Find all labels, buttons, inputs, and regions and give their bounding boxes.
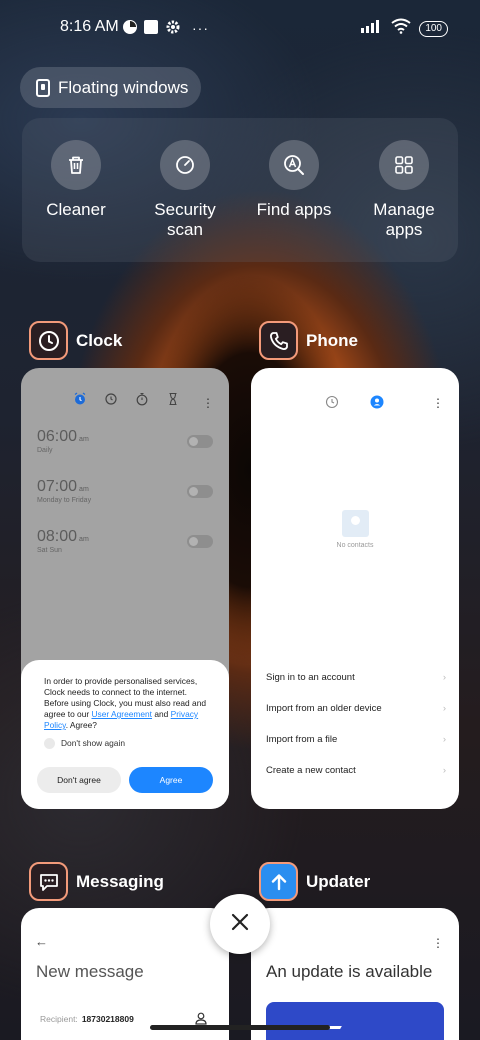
alarm-item[interactable]: 06:00 am Daily <box>37 428 89 454</box>
alarm-tab-icon[interactable] <box>73 392 87 411</box>
empty-contacts-text: No contacts <box>336 542 374 549</box>
floating-windows-button[interactable]: Floating windows <box>20 67 201 108</box>
dont-show-checkbox[interactable] <box>44 738 55 749</box>
back-arrow-icon[interactable]: ← <box>35 934 48 949</box>
manage-apps-button[interactable]: Manage apps <box>354 140 454 240</box>
phone-app-name: Phone <box>306 330 358 350</box>
alarm-repeat: Monday to Friday <box>37 497 92 504</box>
alarm-repeat: Daily <box>37 447 53 454</box>
clock-app-preview[interactable]: ⋮ 06:00 am Daily 07:00 am Monday to Friday… <box>21 368 229 809</box>
alarm-time: 07:00 am <box>37 478 89 495</box>
dont-show-again-option[interactable]: Don't show again <box>44 738 213 749</box>
recents-tab-icon[interactable] <box>325 395 339 414</box>
clock-tabs <box>73 392 180 411</box>
alarm-toggle[interactable] <box>187 535 213 548</box>
cleaner-label: Cleaner <box>46 200 106 219</box>
messaging-app-name: Messaging <box>76 871 164 891</box>
stopwatch-tab-icon[interactable] <box>135 392 149 411</box>
new-message-title: New message <box>36 962 144 981</box>
alarm-time: 08:00 am <box>37 528 89 545</box>
sign-in-option[interactable]: Sign in to an account › <box>266 672 446 683</box>
messaging-icon <box>29 862 68 901</box>
empty-contacts: No contacts <box>251 510 459 549</box>
phone-app-header[interactable]: Phone <box>259 321 358 360</box>
contacts-tab-icon[interactable] <box>370 395 384 414</box>
phone-tabs <box>325 395 384 414</box>
find-apps-icon <box>269 140 319 190</box>
quick-actions-panel: Cleaner Security scan Find apps Manage a… <box>22 118 458 262</box>
consent-dialog: In order to provide personalised service… <box>21 660 229 809</box>
alarm-item[interactable]: 08:00 am Sat Sun <box>37 528 89 554</box>
find-apps-button[interactable]: Find apps <box>244 140 344 220</box>
dont-show-label: Don't show again <box>61 738 125 748</box>
close-icon <box>231 913 249 936</box>
security-scan-button[interactable]: Security scan <box>135 140 235 240</box>
update-banner-image <box>266 1002 444 1040</box>
settings-gear-icon <box>165 19 181 40</box>
chevron-right-icon: › <box>442 765 446 776</box>
alarm-time: 06:00 am <box>37 428 89 445</box>
agree-button[interactable]: Agree <box>129 767 213 793</box>
chevron-right-icon: › <box>442 734 446 745</box>
alarm-toggle[interactable] <box>187 435 213 448</box>
status-bar: 8:16 AM ··· 100 <box>0 0 480 56</box>
find-apps-label: Find apps <box>256 200 332 219</box>
battery-indicator: 100 <box>419 20 448 37</box>
trash-icon <box>51 140 101 190</box>
updater-more-icon[interactable]: ⋮ <box>432 936 444 950</box>
clock-icon <box>29 321 68 360</box>
contact-placeholder-icon <box>341 510 369 537</box>
status-time: 8:16 AM <box>60 18 119 35</box>
create-contact-option[interactable]: Create a new contact › <box>266 765 446 776</box>
alarm-toggle[interactable] <box>187 485 213 498</box>
dialog-buttons: Don't agree Agree <box>37 767 213 793</box>
recipient-value: 18730218809 <box>81 1014 134 1024</box>
security-scan-icon <box>160 140 210 190</box>
user-agreement-link[interactable]: User Agreement <box>92 709 153 719</box>
status-right: 100 <box>361 18 448 39</box>
alarm-item[interactable]: 07:00 am Monday to Friday <box>37 478 91 504</box>
phone-icon <box>259 321 298 360</box>
security-scan-label: Security scan <box>154 200 216 239</box>
clock-app-header[interactable]: Clock <box>29 321 122 360</box>
manage-apps-icon <box>379 140 429 190</box>
manage-apps-label: Manage apps <box>373 200 435 239</box>
chevron-right-icon: › <box>442 703 446 714</box>
updater-app-preview[interactable]: ⋮ An update is available <box>251 908 459 1040</box>
app-notification-icon <box>122 19 138 40</box>
phone-more-icon[interactable]: ⋮ <box>432 396 444 410</box>
chevron-right-icon: › <box>442 672 446 683</box>
floating-windows-label: Floating windows <box>58 77 189 97</box>
clock-app-name: Clock <box>76 330 123 350</box>
phone-app-preview[interactable]: ⋮ No contacts Sign in to an account › Imp… <box>251 368 459 809</box>
updater-app-name: Updater <box>306 871 371 891</box>
import-file-option[interactable]: Import from a file › <box>266 734 446 745</box>
timer-tab-icon[interactable] <box>166 392 180 411</box>
messaging-app-preview[interactable]: ← New message Recipient: 18730218809 <box>21 908 229 1040</box>
updater-app-header[interactable]: Updater <box>259 862 370 901</box>
updater-icon <box>259 862 298 901</box>
update-available-title: An update is available <box>266 962 433 981</box>
consent-text: In order to provide personalised service… <box>44 676 207 730</box>
alarm-repeat: Sat Sun <box>37 547 62 554</box>
import-older-device-option[interactable]: Import from an older device › <box>266 703 446 714</box>
gallery-notification-icon <box>143 19 159 40</box>
dont-agree-button[interactable]: Don't agree <box>37 767 121 793</box>
clear-all-button[interactable] <box>210 894 270 954</box>
cleaner-button[interactable]: Cleaner <box>26 140 126 220</box>
recipient-field[interactable]: Recipient: 18730218809 <box>40 1014 134 1024</box>
more-notifications-icon: ··· <box>192 20 209 36</box>
floating-window-icon <box>36 78 50 97</box>
wifi-icon <box>391 18 411 39</box>
messaging-app-header[interactable]: Messaging <box>29 862 164 901</box>
world-clock-tab-icon[interactable] <box>104 392 118 411</box>
signal-icon <box>361 19 383 38</box>
clock-more-icon[interactable]: ⋮ <box>202 396 214 410</box>
home-indicator[interactable] <box>150 1025 330 1030</box>
